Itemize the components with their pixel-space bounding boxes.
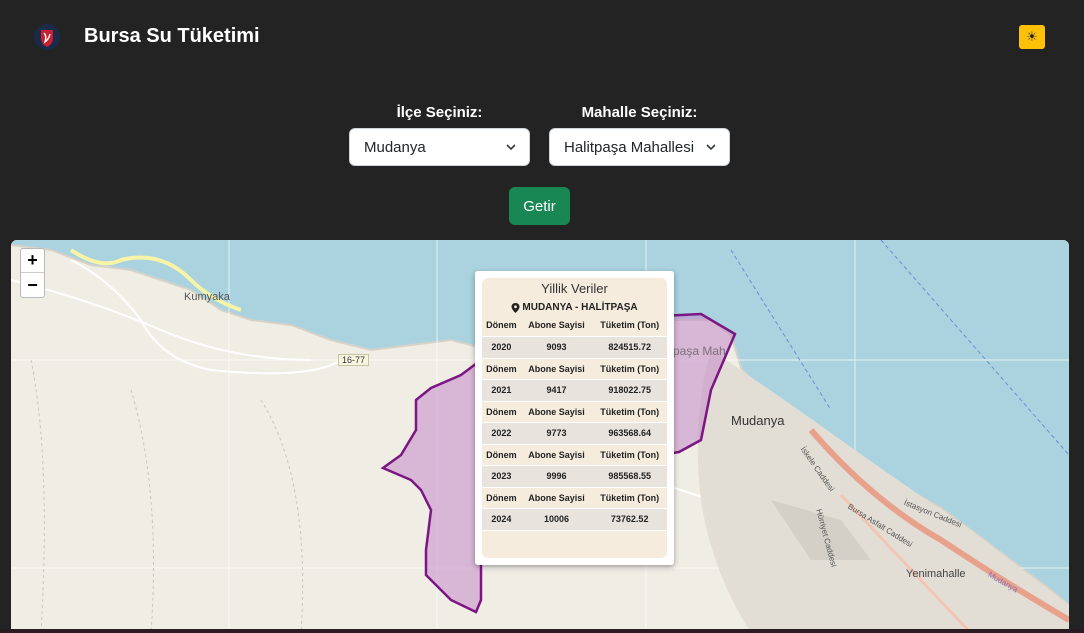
table-header-row: Dönem Abone Sayisi Tüketim (Ton) bbox=[482, 401, 667, 422]
table-row: 2024 10006 73762.52 bbox=[482, 507, 667, 531]
table-row: 2023 9996 985568.55 bbox=[482, 464, 667, 488]
column-header: Abone Sayisi bbox=[528, 492, 585, 503]
table-header-row: Dönem Abone Sayisi Tüketim (Ton) bbox=[482, 487, 667, 508]
map-pin-icon bbox=[511, 302, 520, 313]
column-header: Tüketim (Ton) bbox=[600, 449, 660, 460]
column-header: Dönem bbox=[486, 320, 517, 331]
table-row: 2021 9417 918022.75 bbox=[482, 378, 667, 402]
popup-title: Yillik Veriler bbox=[541, 281, 608, 296]
column-header: Abone Sayisi bbox=[528, 406, 585, 417]
table-cell-donem: 2023 bbox=[482, 464, 521, 488]
column-header: Dönem bbox=[486, 492, 517, 503]
map-label-kumyaka: Kumyaka bbox=[184, 291, 230, 303]
column-header: Tüketim (Ton) bbox=[600, 406, 660, 417]
table-cell-donem: 2024 bbox=[482, 507, 521, 531]
popup-location-text: MUDANYA - HALİTPAŞA bbox=[522, 302, 638, 313]
column-header: Abone Sayisi bbox=[528, 449, 585, 460]
bottom-edge bbox=[0, 629, 1084, 633]
table-cell-tuketim: 985568.55 bbox=[592, 464, 667, 488]
map[interactable]: Kumyaka 16-77 paşa Mah Mudanya Yenimahal… bbox=[11, 240, 1069, 633]
column-header: Abone Sayisi bbox=[528, 363, 585, 374]
zoom-out-button[interactable]: − bbox=[21, 273, 44, 297]
theme-toggle-button[interactable]: ☀ bbox=[1019, 25, 1045, 49]
neighborhood-field: Mahalle Seçiniz: Halitpaşa Mahallesi bbox=[549, 104, 730, 166]
neighborhood-label: Mahalle Seçiniz: bbox=[581, 104, 698, 121]
navbar: Bursa Su Tüketimi ☀ bbox=[0, 0, 1084, 76]
district-field: İlçe Seçiniz: Mudanya bbox=[349, 104, 530, 166]
column-header: Abone Sayisi bbox=[528, 320, 585, 331]
sun-icon: ☀ bbox=[1026, 29, 1038, 44]
table-cell-abone: 9417 bbox=[520, 378, 593, 402]
red-shield-logo-icon[interactable] bbox=[33, 23, 61, 51]
map-label-road-code: 16-77 bbox=[338, 354, 370, 366]
table-cell-abone: 9996 bbox=[520, 464, 593, 488]
column-header: Tüketim (Ton) bbox=[600, 320, 660, 331]
table-cell-abone: 9093 bbox=[520, 335, 593, 359]
column-header: Tüketim (Ton) bbox=[600, 363, 660, 374]
app-title[interactable]: Bursa Su Tüketimi bbox=[84, 25, 260, 48]
map-popup: Yillik Veriler MUDANYA - HALİTPAŞA Dönem… bbox=[475, 271, 674, 565]
district-select[interactable]: Mudanya bbox=[349, 128, 530, 166]
table-cell-donem: 2020 bbox=[482, 335, 521, 359]
neighborhood-select-value: Halitpaşa Mahallesi bbox=[564, 138, 695, 156]
popup-location: MUDANYA - HALİTPAŞA bbox=[482, 302, 667, 313]
district-select-value: Mudanya bbox=[364, 138, 426, 156]
zoom-control: + − bbox=[20, 248, 45, 298]
column-header: Dönem bbox=[486, 363, 517, 374]
table-cell-tuketim: 73762.52 bbox=[592, 507, 667, 531]
table-header-row: Dönem Abone Sayisi Tüketim (Ton) bbox=[482, 315, 667, 336]
getir-button[interactable]: Getir bbox=[509, 187, 570, 225]
chevron-down-icon bbox=[506, 144, 516, 151]
table-row: 2020 9093 824515.72 bbox=[482, 335, 667, 359]
table-cell-abone: 10006 bbox=[520, 507, 593, 531]
column-header: Tüketim (Ton) bbox=[600, 492, 660, 503]
map-label-halitpasa: paşa Mah bbox=[673, 344, 726, 358]
chevron-down-icon bbox=[706, 144, 716, 151]
table-cell-abone: 9773 bbox=[520, 421, 593, 445]
table-cell-tuketim: 824515.72 bbox=[592, 335, 667, 359]
map-label-mudanya: Mudanya bbox=[731, 413, 785, 428]
neighborhood-select[interactable]: Halitpaşa Mahallesi bbox=[549, 128, 730, 166]
table-header-row: Dönem Abone Sayisi Tüketim (Ton) bbox=[482, 358, 667, 379]
table-cell-tuketim: 918022.75 bbox=[592, 378, 667, 402]
table-cell-donem: 2021 bbox=[482, 378, 521, 402]
table-header-row: Dönem Abone Sayisi Tüketim (Ton) bbox=[482, 444, 667, 465]
column-header: Dönem bbox=[486, 449, 517, 460]
zoom-in-button[interactable]: + bbox=[21, 249, 44, 273]
district-label: İlçe Seçiniz: bbox=[396, 104, 483, 121]
column-header: Dönem bbox=[486, 406, 517, 417]
popup-content: Yillik Veriler MUDANYA - HALİTPAŞA Dönem… bbox=[482, 278, 667, 558]
table-cell-donem: 2022 bbox=[482, 421, 521, 445]
map-label-yenimahalle: Yenimahalle bbox=[906, 568, 966, 580]
table-cell-tuketim: 963568.64 bbox=[592, 421, 667, 445]
yearly-data-table: Dönem Abone Sayisi Tüketim (Ton) 2020 9093 82… bbox=[482, 315, 667, 531]
table-row: 2022 9773 963568.64 bbox=[482, 421, 667, 445]
